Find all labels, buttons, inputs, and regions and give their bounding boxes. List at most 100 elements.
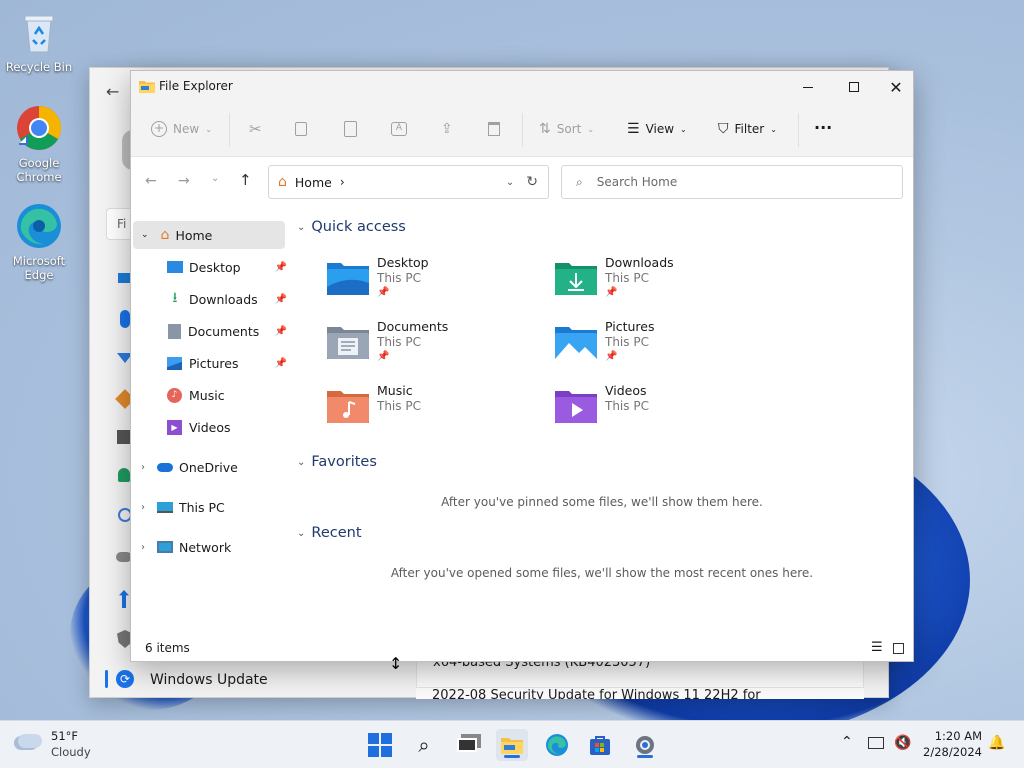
desktop-icon-recycle-bin[interactable]: Recycle Bin — [3, 8, 75, 74]
quick-access-tile-desktop[interactable]: Desktop This PC 📌 — [327, 255, 547, 315]
quick-access-tile-music[interactable]: Music This PC — [327, 383, 547, 443]
desktop-folder-icon — [167, 261, 183, 273]
content-pane: ⌄ Quick access Desktop This PC 📌 Downloa… — [291, 207, 901, 637]
nav-item-this-pc[interactable]: › This PC — [141, 493, 287, 521]
address-dropdown-chevron-icon[interactable]: ⌄ — [506, 177, 514, 188]
chevron-right-icon: › — [141, 501, 145, 513]
forward-button[interactable]: → — [178, 173, 190, 189]
forward-arrow-icon: → — [178, 173, 190, 189]
paste-button[interactable] — [344, 118, 357, 140]
desktop-icon-google-chrome[interactable]: Google Chrome — [3, 104, 75, 184]
clock-date[interactable]: 2/28/2024 — [920, 745, 982, 759]
nav-item-pictures[interactable]: Pictures 📌 — [167, 349, 287, 377]
quick-access-tile-downloads[interactable]: Downloads This PC 📌 — [555, 255, 775, 315]
nav-label: Documents — [188, 323, 260, 339]
file-explorer-window[interactable]: File Explorer ✕ + New ⌄ ✂ A ⇪ ⇅ Sort ⌄ ☰ V… — [130, 70, 914, 662]
share-button[interactable]: ⇪ — [441, 118, 453, 140]
chevron-down-icon: ⌄ — [680, 124, 687, 134]
nav-item-home[interactable]: ⌄ ⌂ Home — [133, 221, 285, 249]
plus-icon: + — [151, 121, 167, 137]
sort-button[interactable]: ⇅ Sort ⌄ — [539, 118, 594, 140]
section-header-favorites[interactable]: ⌄ Favorites — [297, 454, 377, 470]
recent-locations-button[interactable]: ⌄ — [211, 173, 219, 184]
download-arrow-icon: ⭳ — [172, 290, 178, 306]
pin-icon: 📌 — [377, 351, 390, 362]
new-label: New — [173, 122, 200, 136]
task-view-button[interactable] — [451, 729, 483, 761]
filter-button[interactable]: ⛉ Filter ⌄ — [718, 118, 777, 140]
taskbar-edge[interactable] — [541, 729, 573, 761]
document-icon — [168, 323, 181, 339]
clock-time[interactable]: 1:20 AM — [926, 729, 982, 743]
nav-item-onedrive[interactable]: › OneDrive — [141, 453, 287, 481]
view-label: View — [645, 122, 675, 136]
view-button[interactable]: ☰ View ⌄ — [627, 118, 687, 140]
windows-logo-icon — [368, 733, 392, 757]
taskbar-file-explorer[interactable] — [496, 729, 528, 761]
folder-icon — [501, 738, 523, 754]
chevron-right-icon: › — [141, 541, 145, 553]
rename-button[interactable]: A — [391, 118, 407, 140]
tile-location: This PC — [605, 399, 649, 413]
refresh-icon[interactable]: ↻ — [526, 174, 538, 190]
folder-icon — [139, 79, 155, 93]
quick-access-tile-videos[interactable]: Videos This PC — [555, 383, 775, 443]
close-button[interactable]: ✕ — [877, 71, 915, 103]
videos-icon: ▶ — [167, 419, 182, 435]
nav-item-downloads[interactable]: ⭳ Downloads 📌 — [167, 285, 287, 313]
nav-item-documents[interactable]: Documents 📌 — [167, 317, 287, 345]
recent-empty-message: After you've opened some files, we'll sh… — [390, 566, 814, 580]
notification-bell-icon[interactable]: 🔔 — [988, 735, 1005, 751]
back-button[interactable]: ← — [145, 173, 157, 189]
network-status-icon[interactable] — [868, 737, 884, 749]
tile-name: Documents — [377, 319, 449, 334]
desktop-icon-microsoft-edge[interactable]: Microsoft Edge — [3, 202, 75, 282]
nav-item-desktop[interactable]: Desktop 📌 — [167, 253, 287, 281]
search-input[interactable]: ⌕ Search Home — [561, 165, 903, 199]
quick-access-tile-pictures[interactable]: Pictures This PC 📌 — [555, 319, 775, 379]
home-icon: ⌂ — [160, 227, 170, 243]
apps-icon — [117, 430, 131, 444]
new-button[interactable]: + New ⌄ — [151, 118, 212, 140]
show-hidden-icons-chevron-icon[interactable]: ⌃ — [841, 734, 853, 750]
nav-item-network[interactable]: › Network — [141, 533, 287, 561]
back-arrow-icon: ← — [145, 173, 157, 189]
search-button[interactable]: ⌕ — [408, 729, 440, 761]
taskbar-settings[interactable] — [629, 729, 661, 761]
tiles-view-icon[interactable] — [893, 643, 904, 654]
taskbar-store[interactable] — [584, 729, 616, 761]
more-options-button[interactable]: ··· — [814, 116, 832, 138]
tile-name: Pictures — [605, 319, 655, 334]
settings-nav-windows-update[interactable]: Windows Update — [150, 672, 268, 688]
cut-button[interactable]: ✂ — [249, 118, 262, 140]
volume-muted-icon[interactable]: 🔇 — [894, 735, 911, 751]
details-view-icon[interactable]: ☰ — [871, 640, 883, 655]
favorites-empty-message: After you've pinned some files, we'll sh… — [441, 495, 763, 509]
nav-item-music[interactable]: ♪ Music — [167, 381, 287, 409]
back-arrow-icon[interactable]: ← — [106, 82, 119, 101]
weather-temp[interactable]: 51°F — [51, 729, 78, 743]
scissors-icon: ✂ — [249, 120, 262, 138]
search-placeholder: Search Home — [596, 175, 678, 189]
section-header-recent[interactable]: ⌄ Recent — [297, 525, 362, 541]
start-button[interactable] — [364, 729, 396, 761]
chevron-down-icon: ⌄ — [205, 124, 212, 134]
chevron-down-icon: ⌄ — [587, 124, 595, 134]
copy-button[interactable] — [295, 118, 307, 140]
running-indicator — [504, 755, 520, 758]
window-title: File Explorer — [159, 79, 233, 93]
up-button[interactable]: ↑ — [239, 171, 252, 189]
minimize-button[interactable] — [785, 71, 831, 103]
nav-item-videos[interactable]: ▶ Videos — [167, 413, 287, 441]
up-arrow-icon: ↑ — [239, 171, 252, 189]
chevron-down-icon: ⌄ — [141, 230, 149, 240]
quick-access-tile-documents[interactable]: Documents This PC 📌 — [327, 319, 547, 379]
title-bar[interactable]: File Explorer ✕ — [131, 71, 913, 103]
address-input[interactable]: ⌂ Home › ⌄ ↻ — [268, 165, 549, 199]
breadcrumb-chevron-icon: › — [339, 175, 345, 189]
maximize-button[interactable] — [831, 71, 877, 103]
section-header-quick-access[interactable]: ⌄ Quick access — [297, 219, 406, 235]
weather-condition[interactable]: Cloudy — [51, 745, 91, 759]
delete-button[interactable] — [488, 118, 500, 140]
chevron-down-icon: ⌄ — [770, 124, 777, 134]
